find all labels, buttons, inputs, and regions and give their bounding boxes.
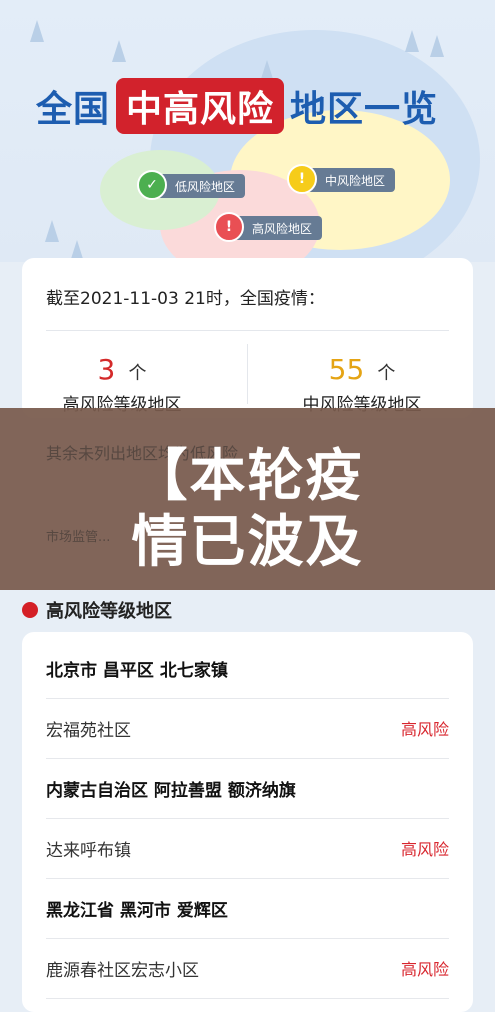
legend-high-label: 高风险地区 xyxy=(252,221,313,236)
tree-decoration xyxy=(30,20,44,42)
area-name: 宏福苑社区 xyxy=(46,720,131,741)
legend-low-risk: ✓ 低风险地区 xyxy=(137,170,246,200)
summary-card: 截至2021-11-03 21时，全国疫情： 3 个 高风险等级地区 55 个 … xyxy=(22,258,473,418)
tree-decoration xyxy=(430,35,444,57)
list-item-region[interactable]: 黑龙江省 黑河市 爱辉区 xyxy=(46,878,449,939)
risk-badge: 高风险 xyxy=(400,720,449,739)
list-item-region[interactable]: 北京市 昌平区 北七家镇 xyxy=(46,638,449,699)
map-header: 全国 中高风险 地区一览 ✓ 低风险地区 ! 中风险地区 ! 高风险地区 xyxy=(0,0,495,262)
summary-date: 截至2021-11-03 21时，全国疫情： xyxy=(46,289,325,309)
title-part-1: 全国 xyxy=(36,89,111,130)
title-part-2: 中高风险 xyxy=(116,78,285,134)
section-header: 高风险等级地区 xyxy=(22,597,172,623)
high-risk-list: 北京市 昌平区 北七家镇 宏福苑社区 高风险 内蒙古自治区 阿拉善盟 额济纳旗 … xyxy=(22,632,473,1012)
legend-medium-label: 中风险地区 xyxy=(325,173,386,188)
medium-unit: 个 xyxy=(377,363,396,384)
medium-count: 55 xyxy=(328,353,365,386)
exclamation-icon: ! xyxy=(287,164,317,194)
title-part-3: 地区一览 xyxy=(290,89,439,130)
legend-low-label: 低风险地区 xyxy=(175,179,236,194)
red-dot-icon xyxy=(22,602,38,618)
list-item-region[interactable]: 内蒙古自治区 阿拉善盟 额济纳旗 xyxy=(46,758,449,819)
divider xyxy=(247,344,248,404)
region-name: 内蒙古自治区 阿拉善盟 额济纳旗 xyxy=(46,780,296,801)
list-item-area[interactable]: 达来呼布镇 高风险 xyxy=(46,818,449,879)
region-name: 北京市 昌平区 北七家镇 xyxy=(46,660,228,681)
divider xyxy=(46,330,449,331)
legend-medium-risk: ! 中风险地区 xyxy=(287,164,396,194)
tree-decoration xyxy=(45,220,59,242)
list-item-area[interactable]: 鹿源春社区宏志小区 高风险 xyxy=(46,938,449,999)
tree-decoration xyxy=(112,40,126,62)
high-unit: 个 xyxy=(128,363,147,384)
overlay-title-line1: 【本轮疫 xyxy=(131,444,364,509)
page-title: 全国 中高风险 地区一览 xyxy=(36,78,438,134)
area-name: 达来呼布镇 xyxy=(46,840,131,861)
risk-badge: 高风险 xyxy=(400,960,449,979)
high-count: 3 xyxy=(97,353,116,386)
area-name: 鹿源春社区宏志小区 xyxy=(46,960,199,981)
list-item-area[interactable]: 宏福苑社区 高风险 xyxy=(46,698,449,759)
stat-high: 3 个 高风险等级地区 xyxy=(22,353,222,415)
overlay-banner: 其余未列出地区均为低风险 市场监管... 【本轮疫 情已波及 xyxy=(0,408,495,590)
risk-badge: 高风险 xyxy=(400,840,449,859)
legend-high-risk: ! 高风险地区 xyxy=(214,212,323,242)
exclamation-icon: ! xyxy=(214,212,244,242)
check-icon: ✓ xyxy=(137,170,167,200)
region-name: 黑龙江省 黑河市 爱辉区 xyxy=(46,900,228,921)
section-title: 高风险等级地区 xyxy=(46,601,172,622)
tree-decoration xyxy=(405,30,419,52)
stat-medium: 55 个 中风险等级地区 xyxy=(262,353,462,415)
overlay-title-line2: 情已波及 xyxy=(131,510,364,575)
